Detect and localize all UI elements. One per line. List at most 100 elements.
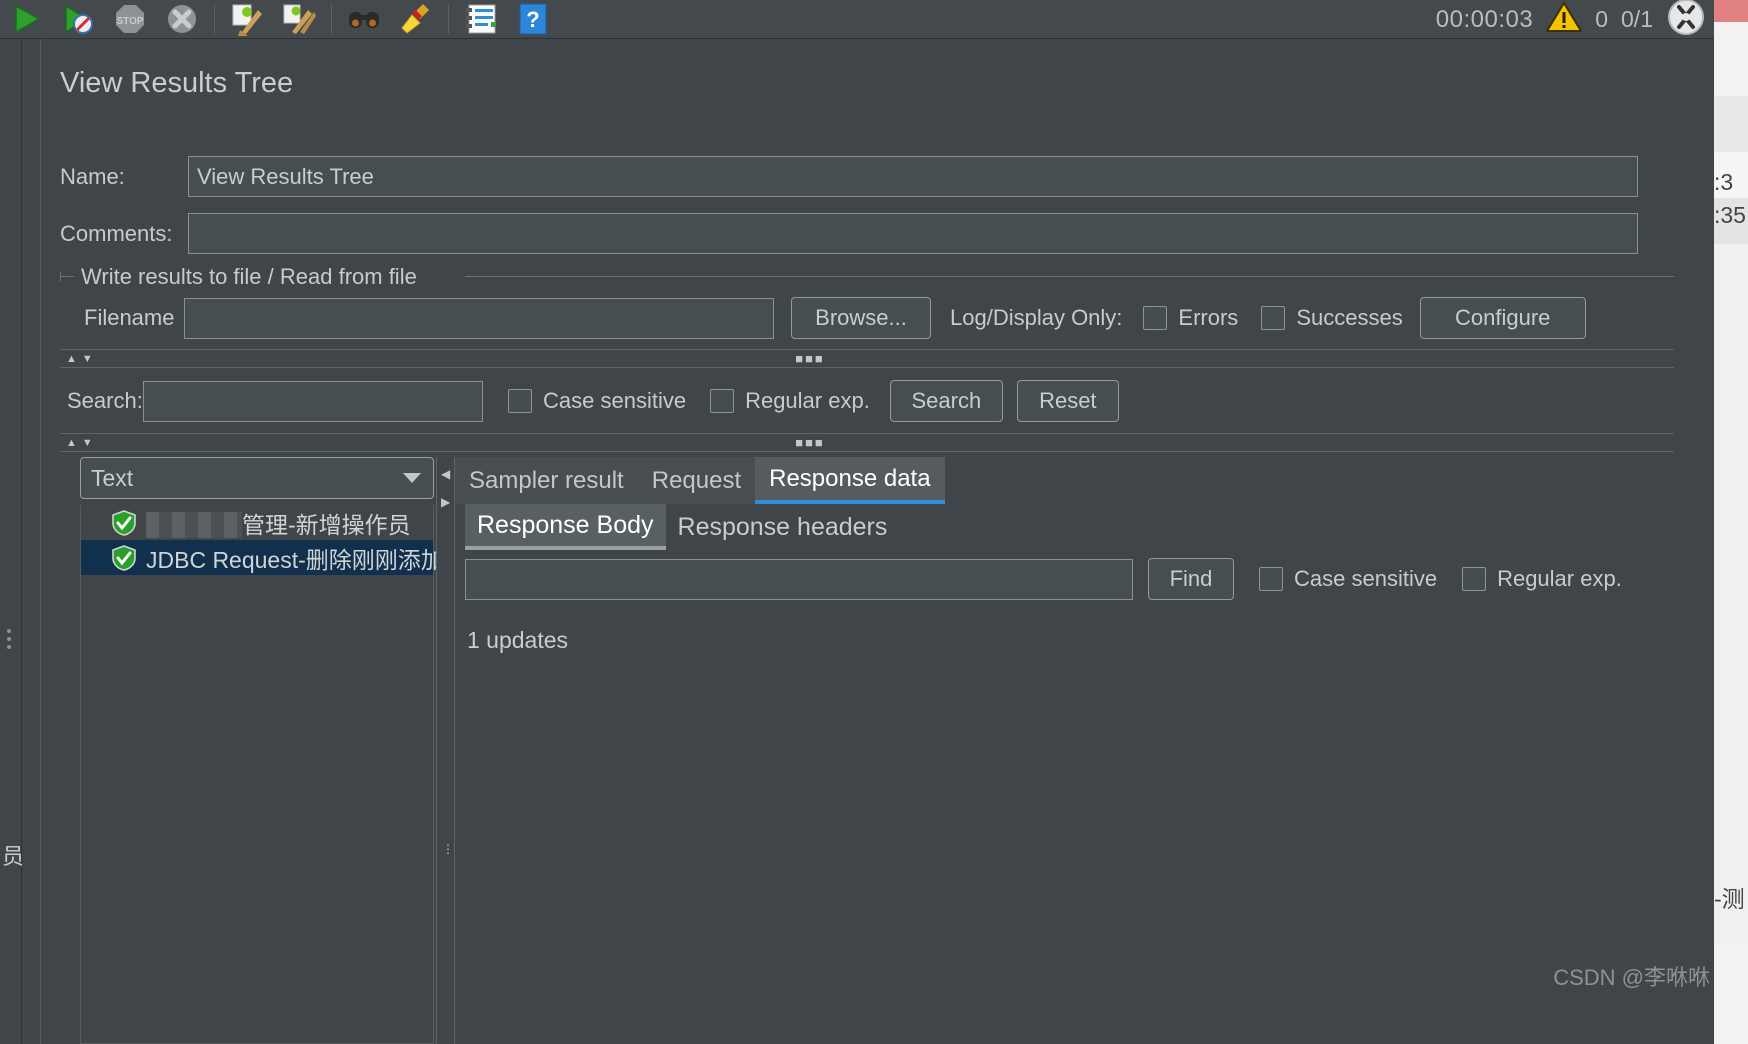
find-button[interactable]: Find [1148,558,1234,600]
splitter-arrows-2[interactable]: ▲▼ [66,437,98,449]
response-body-area[interactable]: 1 updates [465,613,1714,1044]
tree-item-redacted[interactable]: 管理-新增操作员 [81,505,433,540]
search-case-sensitive-label: Case sensitive [543,388,687,413]
tab-sampler-result[interactable]: Sampler result [455,457,638,504]
find-case-sensitive-label: Case sensitive [1294,566,1438,591]
results-tree[interactable]: 管理-新增操作员 JDBC Request-删除刚刚添加 [80,505,444,1044]
comments-label: Comments: [60,220,173,246]
left-rail: 员 [0,39,25,1044]
start-no-timers-button[interactable] [52,0,104,38]
subtab-response-body[interactable]: Response Body [465,504,666,550]
name-row: Name: View Results Tree [60,156,1638,197]
browse-button[interactable]: Browse... [791,297,931,339]
result-tabs: Sampler result Request Response data [455,457,945,504]
errors-label: Errors [1178,305,1239,330]
response-subtabs: Response Body Response headers [465,504,899,550]
view-results-tree-panel: View Results Tree Name: View Results Tre… [22,39,1714,1044]
background-window-titlebar [1714,0,1748,22]
background-time-2: :35 [1714,201,1746,228]
renderer-select[interactable]: Text [80,457,434,499]
collapse-left-arrow[interactable]: ◀ [441,467,450,481]
search-button[interactable]: Search [889,380,1003,422]
page-title: View Results Tree [60,67,294,99]
splitter-grip[interactable]: ■■■ [795,351,825,366]
group-caption: Write results to file / Read from file [74,266,424,288]
search-row: Search: Case sensitive Regular exp. Sear… [67,380,1119,422]
bg-stripe-4 [1714,244,1748,944]
results-tree-panel: Text 管理-新增操作员 JDBC Request-删除刚刚添加 [60,457,444,1044]
tab-request[interactable]: Request [637,457,756,504]
toolbar-separator [214,4,215,34]
rail-label: 员 [2,844,25,869]
name-input[interactable]: View Results Tree [188,156,1638,197]
redacted-block [146,511,242,538]
subtab-response-headers[interactable]: Response headers [666,504,900,550]
shutdown-button[interactable] [156,0,208,38]
search-label: Search: [67,388,143,413]
result-detail-area: Sampler result Request Response data Res… [455,457,1714,1044]
background-window: :3 :35 -测 [1714,0,1748,1044]
find-input[interactable] [465,558,1133,600]
renderer-select-value: Text [91,464,134,491]
splitter-top[interactable]: ▲▼ ■■■ [60,349,1674,368]
toolbar-separator-2 [331,4,332,34]
errors-checkbox[interactable] [1143,306,1168,330]
elapsed-timer: 00:00:03 [1435,5,1534,33]
rail-drag-handle[interactable] [7,629,13,651]
reset-button[interactable]: Reset [1016,380,1119,422]
log-display-only-label: Log/Display Only: [950,305,1123,330]
clear-all-button[interactable] [273,0,325,38]
splitter-grip-2[interactable]: ■■■ [795,435,825,450]
search-regular-exp-label: Regular exp. [745,388,870,413]
warning-icon[interactable] [1545,1,1583,38]
search-regular-exp-checkbox[interactable] [710,389,735,413]
find-bar: Find Case sensitive Regular exp. [465,558,1622,600]
expand-right-arrow[interactable]: ▶ [441,495,450,509]
search-case-sensitive-checkbox[interactable] [508,389,532,413]
splitter-arrows[interactable]: ▲▼ [66,353,98,365]
response-body-text: 1 updates [467,627,569,653]
success-shield-icon-2 [111,544,137,571]
group-line-right [465,276,1674,277]
background-fragment: -测 [1714,886,1745,912]
search-icon[interactable] [338,0,390,38]
thread-status-icon [1666,0,1706,42]
chevron-down-icon [403,473,421,483]
tree-item-jdbc-request[interactable]: JDBC Request-删除刚刚添加 [81,540,444,575]
warning-count: 0 [1595,6,1609,32]
tab-response-data[interactable]: Response data [755,457,945,504]
clear-button[interactable] [221,0,273,38]
yellow-broom-icon[interactable] [390,0,442,38]
watermark: CSDN @李咻咻 [1553,965,1710,990]
bg-stripe-1 [1714,96,1748,152]
find-regular-exp-checkbox[interactable] [1462,567,1487,591]
toolbar: STOP ? 00:00:03 0 0/1 [0,0,1714,39]
filename-label: Filename [84,305,175,330]
name-label: Name: [60,163,125,189]
start-button[interactable] [0,0,52,38]
filename-row: Filename Browse... Log/Display Only: Err… [84,297,1586,339]
comments-input[interactable] [188,213,1638,254]
vertical-splitter[interactable]: ◀ ▶ ⋮ [436,457,455,1044]
successes-checkbox[interactable] [1261,306,1286,330]
help-button[interactable]: ? [507,0,559,38]
tree-item-redacted-label: 管理-新增操作员 [146,506,411,540]
background-time-1: :3 [1714,168,1734,195]
configure-button[interactable]: Configure [1419,297,1586,339]
tree-item-jdbc-request-label: JDBC Request-删除刚刚添加 [146,546,444,573]
thread-count: 0/1 [1621,6,1653,32]
notepad-lines-icon[interactable] [455,0,507,38]
jmeter-window: STOP ? 00:00:03 0 0/1 员 View Results Tre… [0,0,1714,1044]
success-shield-icon [111,509,137,536]
find-case-sensitive-checkbox[interactable] [1259,567,1283,591]
toolbar-separator-3 [448,4,449,34]
search-input[interactable] [143,380,483,422]
filename-input[interactable] [184,297,774,339]
find-regular-exp-label: Regular exp. [1497,566,1622,591]
stop-button[interactable]: STOP [104,0,156,38]
svg-text:?: ? [526,7,539,32]
splitter-middle[interactable]: ▲▼ ■■■ [60,433,1674,452]
toolbar-status: 00:00:03 0 0/1 [1436,0,1706,39]
group-line-left [60,276,74,277]
vsplit-grip[interactable]: ⋮ [442,842,454,856]
